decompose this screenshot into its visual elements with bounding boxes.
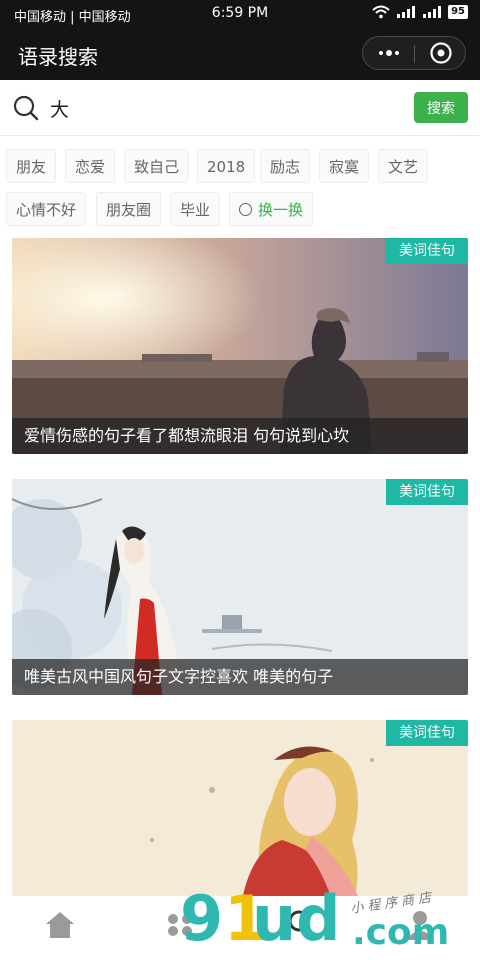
category-icon[interactable] xyxy=(160,904,200,944)
signal-icon-2 xyxy=(423,6,442,18)
status-bar: 中国移动 | 中国移动 6:59 PM 95 xyxy=(0,0,480,27)
category-badge: 美词佳句 xyxy=(386,720,468,746)
capsule-divider xyxy=(414,45,415,63)
article-card[interactable]: 美词佳句 唯美古风中国风句子文字控喜欢 唯美的句子 xyxy=(12,479,468,695)
article-title: 唯美古风中国风句子文字控喜欢 唯美的句子 xyxy=(12,659,468,695)
refresh-tags-button[interactable]: 换一换 xyxy=(229,192,314,226)
home-icon[interactable] xyxy=(40,904,80,944)
search-input[interactable] xyxy=(50,92,390,124)
wifi-icon xyxy=(372,5,390,19)
tag-item[interactable]: 朋友圈 xyxy=(96,192,162,226)
signal-icon xyxy=(397,6,416,18)
article-card[interactable]: 美词佳句 xyxy=(12,720,468,900)
tag-item[interactable]: 恋爱 xyxy=(65,149,116,183)
search-tab-icon[interactable] xyxy=(282,904,322,944)
tag-item[interactable]: 励志 xyxy=(260,149,311,183)
tag-item[interactable]: 文艺 xyxy=(378,149,429,183)
search-button[interactable]: 搜索 xyxy=(414,92,468,123)
title-bar: 语录搜索 xyxy=(0,27,480,80)
category-badge: 美词佳句 xyxy=(386,238,468,264)
status-indicators: 95 xyxy=(372,5,468,19)
search-bar: 搜索 xyxy=(0,80,480,136)
profile-icon[interactable] xyxy=(400,904,440,944)
article-card[interactable]: 美词佳句 爱情伤感的句子看了都想流眼泪 句句说到心坎 xyxy=(12,238,468,454)
battery-icon: 95 xyxy=(448,5,468,19)
article-title: 爱情伤感的句子看了都想流眼泪 句句说到心坎 xyxy=(12,418,468,454)
more-icon[interactable] xyxy=(375,40,403,66)
search-icon xyxy=(13,95,39,121)
tag-item[interactable]: 朋友 xyxy=(6,149,57,183)
tag-item[interactable]: 致自己 xyxy=(124,149,190,183)
tag-item[interactable]: 寂寞 xyxy=(319,149,370,183)
category-badge: 美词佳句 xyxy=(386,479,468,505)
mini-program-capsule xyxy=(362,36,466,70)
refresh-icon xyxy=(239,203,252,216)
close-target-icon[interactable] xyxy=(429,41,453,65)
tag-item[interactable]: 心情不好 xyxy=(6,192,87,226)
article-image xyxy=(12,720,468,900)
tag-item[interactable]: 毕业 xyxy=(170,192,221,226)
bottom-tab-bar xyxy=(0,896,480,960)
refresh-label: 换一换 xyxy=(258,201,304,219)
tag-item[interactable]: 2018 xyxy=(197,149,256,183)
page-title: 语录搜索 xyxy=(18,45,98,69)
